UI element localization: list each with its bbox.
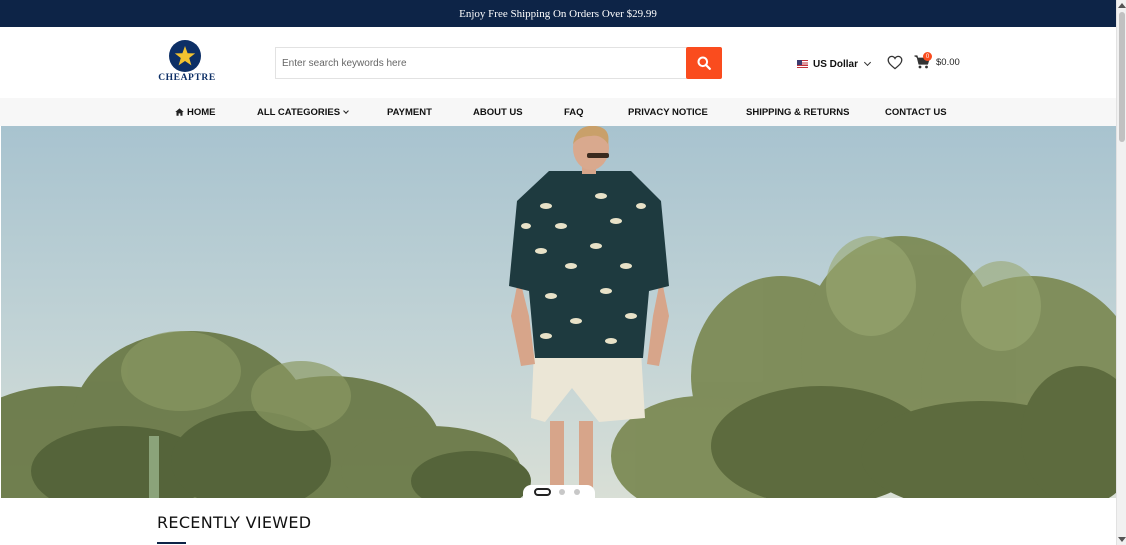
nav-payment[interactable]: PAYMENT	[387, 98, 432, 126]
page-scrollbar[interactable]	[1116, 0, 1126, 545]
announcement-bar: Enjoy Free Shipping On Orders Over $29.9…	[0, 0, 1116, 27]
nav-home-label: HOME	[187, 106, 216, 118]
site-header: CHEAPTRE US Dollar 0 $0.00	[0, 27, 1116, 98]
star-logo-icon	[169, 40, 201, 72]
search-input[interactable]	[275, 47, 687, 79]
nav-payment-label: PAYMENT	[387, 106, 432, 118]
search-bar	[275, 47, 723, 79]
nav-faq[interactable]: FAQ	[564, 98, 584, 126]
nav-all-categories-label: ALL CATEGORIES	[257, 106, 341, 118]
currency-selector[interactable]: US Dollar	[797, 57, 872, 71]
heart-icon[interactable]	[887, 55, 903, 70]
nav-faq-label: FAQ	[564, 106, 584, 118]
nav-privacy-notice-label: PRIVACY NOTICE	[628, 106, 708, 118]
currency-label: US Dollar	[813, 58, 859, 70]
nav-about-us[interactable]: ABOUT US	[473, 98, 523, 126]
hero-image	[1, 126, 1116, 498]
search-button[interactable]	[686, 47, 722, 79]
recently-viewed-title: RECENTLY VIEWED	[157, 513, 312, 532]
scroll-up-arrow-icon[interactable]	[1118, 3, 1126, 8]
home-icon	[175, 108, 184, 116]
cart-total[interactable]: $0.00	[936, 57, 960, 68]
us-flag-icon	[797, 60, 808, 68]
nav-shipping-returns-label: SHIPPING & RETURNS	[746, 106, 850, 118]
nav-contact-us-label: CONTACT US	[885, 106, 947, 118]
main-nav: HOME ALL CATEGORIES PAYMENT ABOUT US FAQ…	[0, 98, 1116, 126]
slider-dot-2[interactable]	[559, 489, 565, 495]
section-underline	[157, 542, 186, 544]
site-logo[interactable]: CHEAPTRE	[156, 40, 218, 86]
chevron-down-icon	[343, 107, 349, 114]
announcement-text: Enjoy Free Shipping On Orders Over $29.9…	[459, 7, 657, 20]
nav-contact-us[interactable]: CONTACT US	[885, 98, 947, 126]
search-icon	[697, 56, 711, 70]
scrollbar-thumb[interactable]	[1119, 12, 1125, 142]
scroll-down-arrow-icon[interactable]	[1118, 537, 1126, 542]
slider-dot-1[interactable]	[534, 488, 551, 496]
nav-all-categories[interactable]: ALL CATEGORIES	[257, 98, 349, 126]
chevron-down-icon	[863, 58, 872, 67]
nav-privacy-notice[interactable]: PRIVACY NOTICE	[628, 98, 708, 126]
nav-home[interactable]: HOME	[175, 98, 216, 126]
logo-text: CHEAPTRE	[158, 73, 216, 83]
hero-banner[interactable]	[1, 126, 1116, 498]
cart-count-badge: 0	[923, 52, 932, 61]
slider-dot-3[interactable]	[574, 489, 580, 495]
nav-shipping-returns[interactable]: SHIPPING & RETURNS	[746, 98, 849, 126]
nav-about-us-label: ABOUT US	[473, 106, 523, 118]
